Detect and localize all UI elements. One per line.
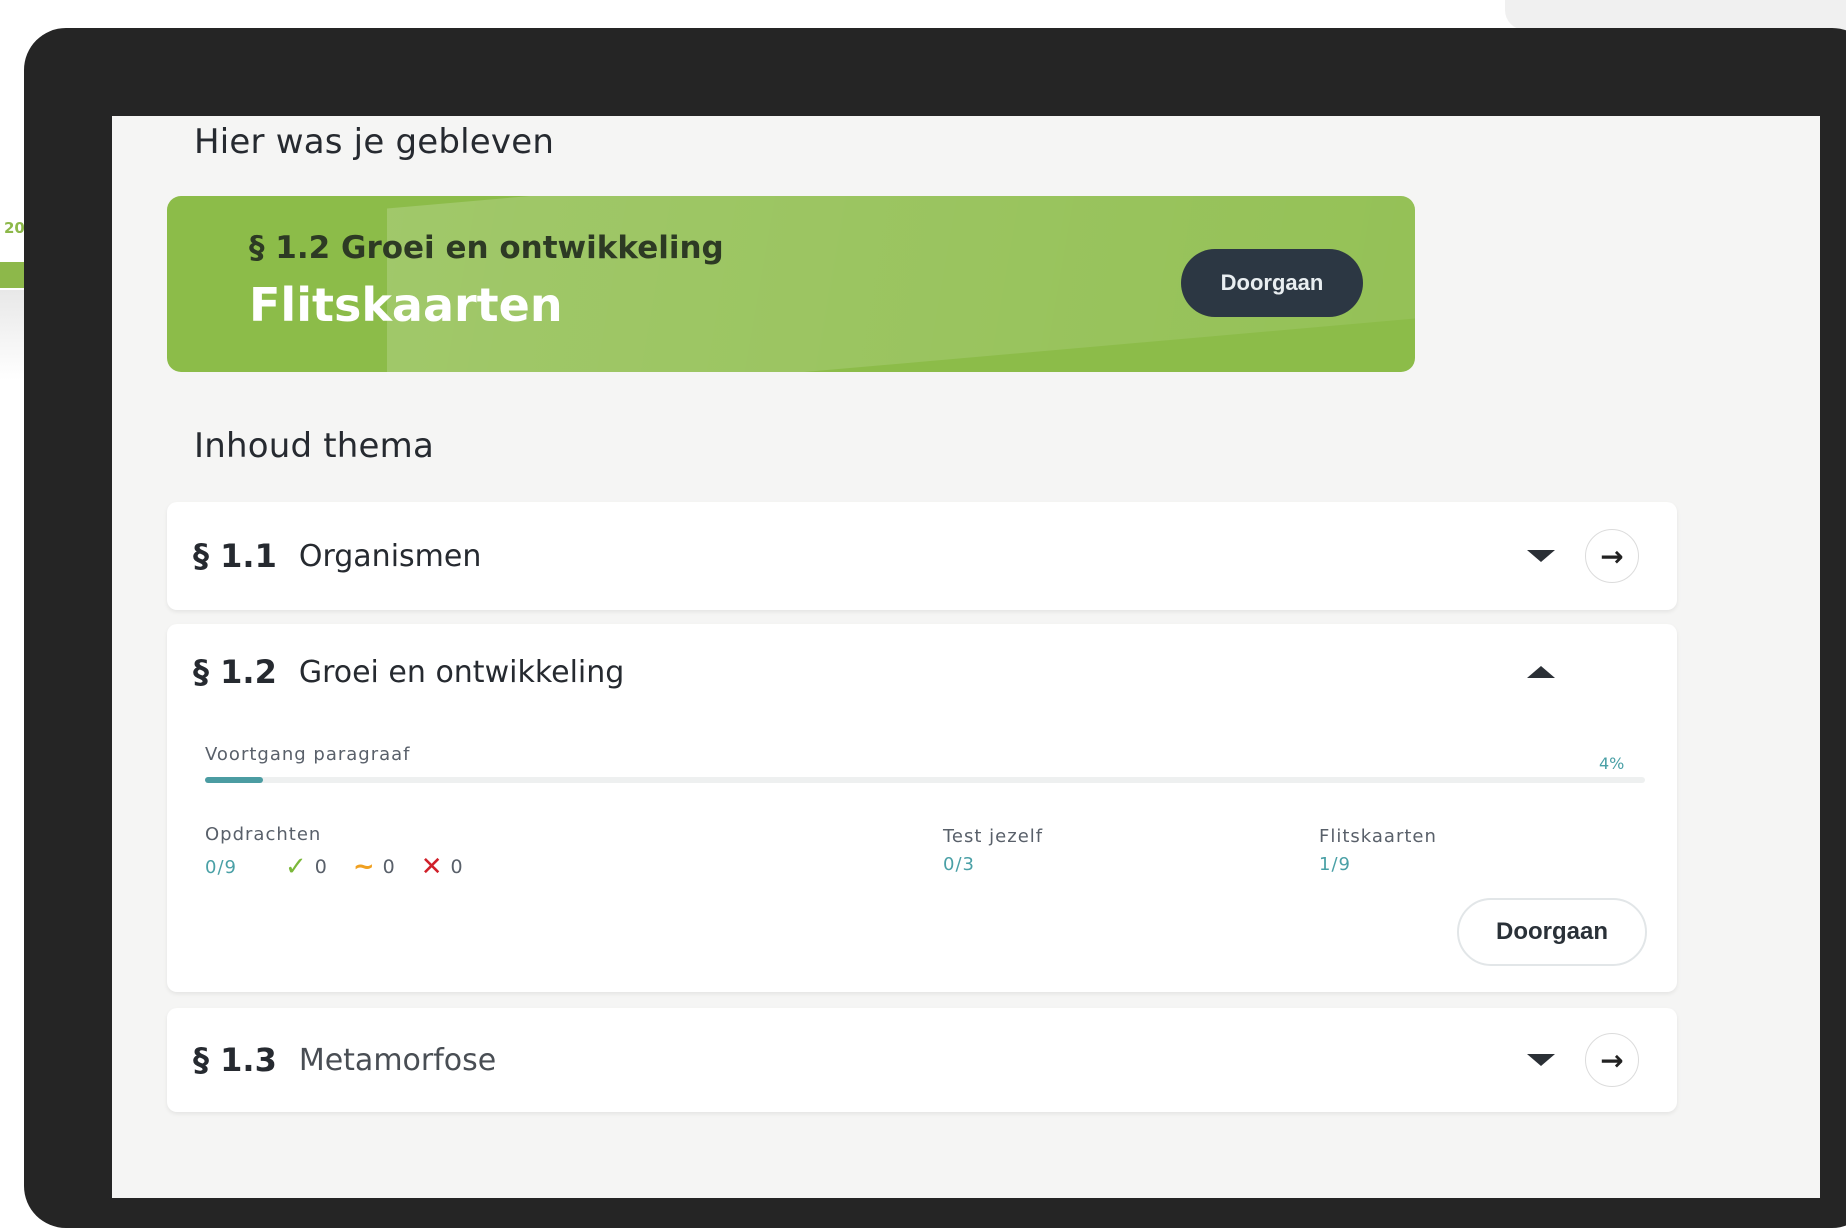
app-screen: Hier was je gebleven § 1.2 Groei en ontw… [112,116,1820,1198]
flitskaarten-label: Flitskaarten [1319,826,1437,847]
cross-icon: ✕ [420,852,443,882]
wrong-count: ✕ 0 [420,852,463,882]
tablet-frame: Hier was je gebleven § 1.2 Groei en ontw… [24,28,1846,1228]
progress-label: Voortgang paragraaf [205,744,411,765]
section-continue-button[interactable]: Doorgaan [1457,898,1647,966]
correct-count: ✓ 0 [284,852,327,882]
opdrachten-label: Opdrachten [205,824,322,845]
resume-activity: Flitskaarten [249,278,563,332]
section-title: Groei en ontwikkeling [298,654,625,690]
progress-percent: 4% [1599,754,1625,773]
flitskaarten-value: 1/9 [1319,854,1351,875]
section-card-1-3[interactable]: § 1.3 Metamorfose → [167,1008,1677,1112]
test-value: 0/3 [943,854,975,875]
check-icon: ✓ [284,852,307,882]
resume-continue-button[interactable]: Doorgaan [1181,249,1363,317]
opdrachten-value: 0/9 [205,856,237,878]
section-number: § 1.3 [193,1041,277,1079]
resume-heading: Hier was je gebleven [194,122,555,162]
progress-track [205,777,1645,783]
section-number: § 1.1 [193,537,277,575]
arrow-right-icon[interactable]: → [1585,1033,1639,1087]
arrow-right-icon[interactable]: → [1585,529,1639,583]
background-card [1505,0,1846,30]
chevron-down-icon[interactable] [1527,1054,1555,1066]
section-card-1-1[interactable]: § 1.1 Organismen → [167,502,1677,610]
section-header-1-3[interactable]: § 1.3 Metamorfose [193,1008,496,1112]
section-header-1-2[interactable]: § 1.2 Groei en ontwikkeling [193,624,624,720]
partial-count: ~ 0 [352,852,395,882]
section-title: Metamorfose [298,1042,497,1078]
opdrachten-stats: 0/9 ✓ 0 ~ 0 ✕ 0 [205,852,489,882]
section-title: Organismen [298,538,482,574]
section-number: § 1.2 [193,653,277,691]
section-header-1-1[interactable]: § 1.1 Organismen [193,502,481,610]
progress-fill [205,777,263,783]
resume-paragraph: § 1.2 Groei en ontwikkeling [249,230,724,266]
background-fragment: 20 [4,219,25,237]
test-label: Test jezelf [943,826,1044,847]
tilde-icon: ~ [352,852,375,882]
section-card-1-2[interactable]: § 1.2 Groei en ontwikkeling Voortgang pa… [167,624,1677,992]
resume-banner[interactable]: § 1.2 Groei en ontwikkeling Flitskaarten… [167,196,1415,372]
chevron-up-icon[interactable] [1527,666,1555,678]
contents-heading: Inhoud thema [194,426,435,466]
chevron-down-icon[interactable] [1527,550,1555,562]
